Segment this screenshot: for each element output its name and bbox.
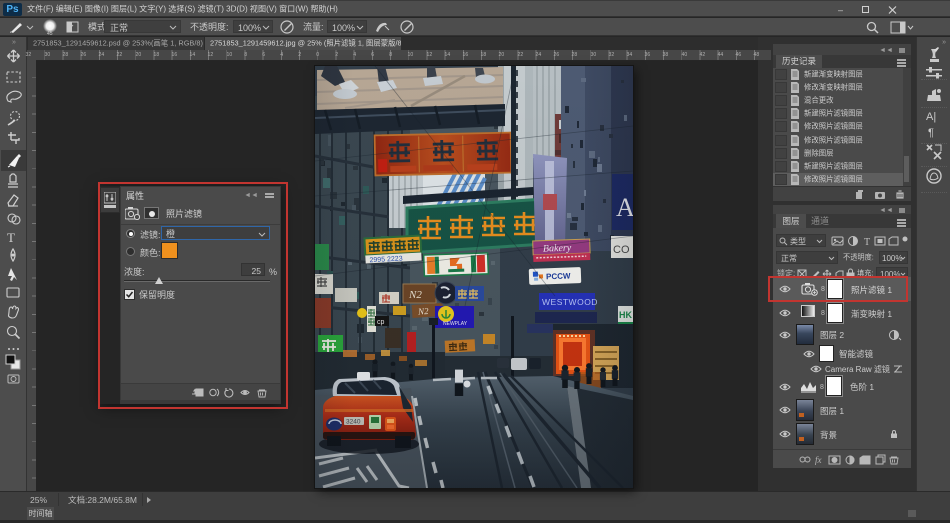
svg-text:T: T: [864, 237, 870, 247]
svg-text:A|: A|: [926, 111, 936, 123]
svg-text:T: T: [7, 230, 15, 245]
svg-text:45: 45: [47, 31, 53, 36]
svg-text:¶: ¶: [928, 127, 934, 139]
svg-text:fx: fx: [815, 455, 822, 465]
